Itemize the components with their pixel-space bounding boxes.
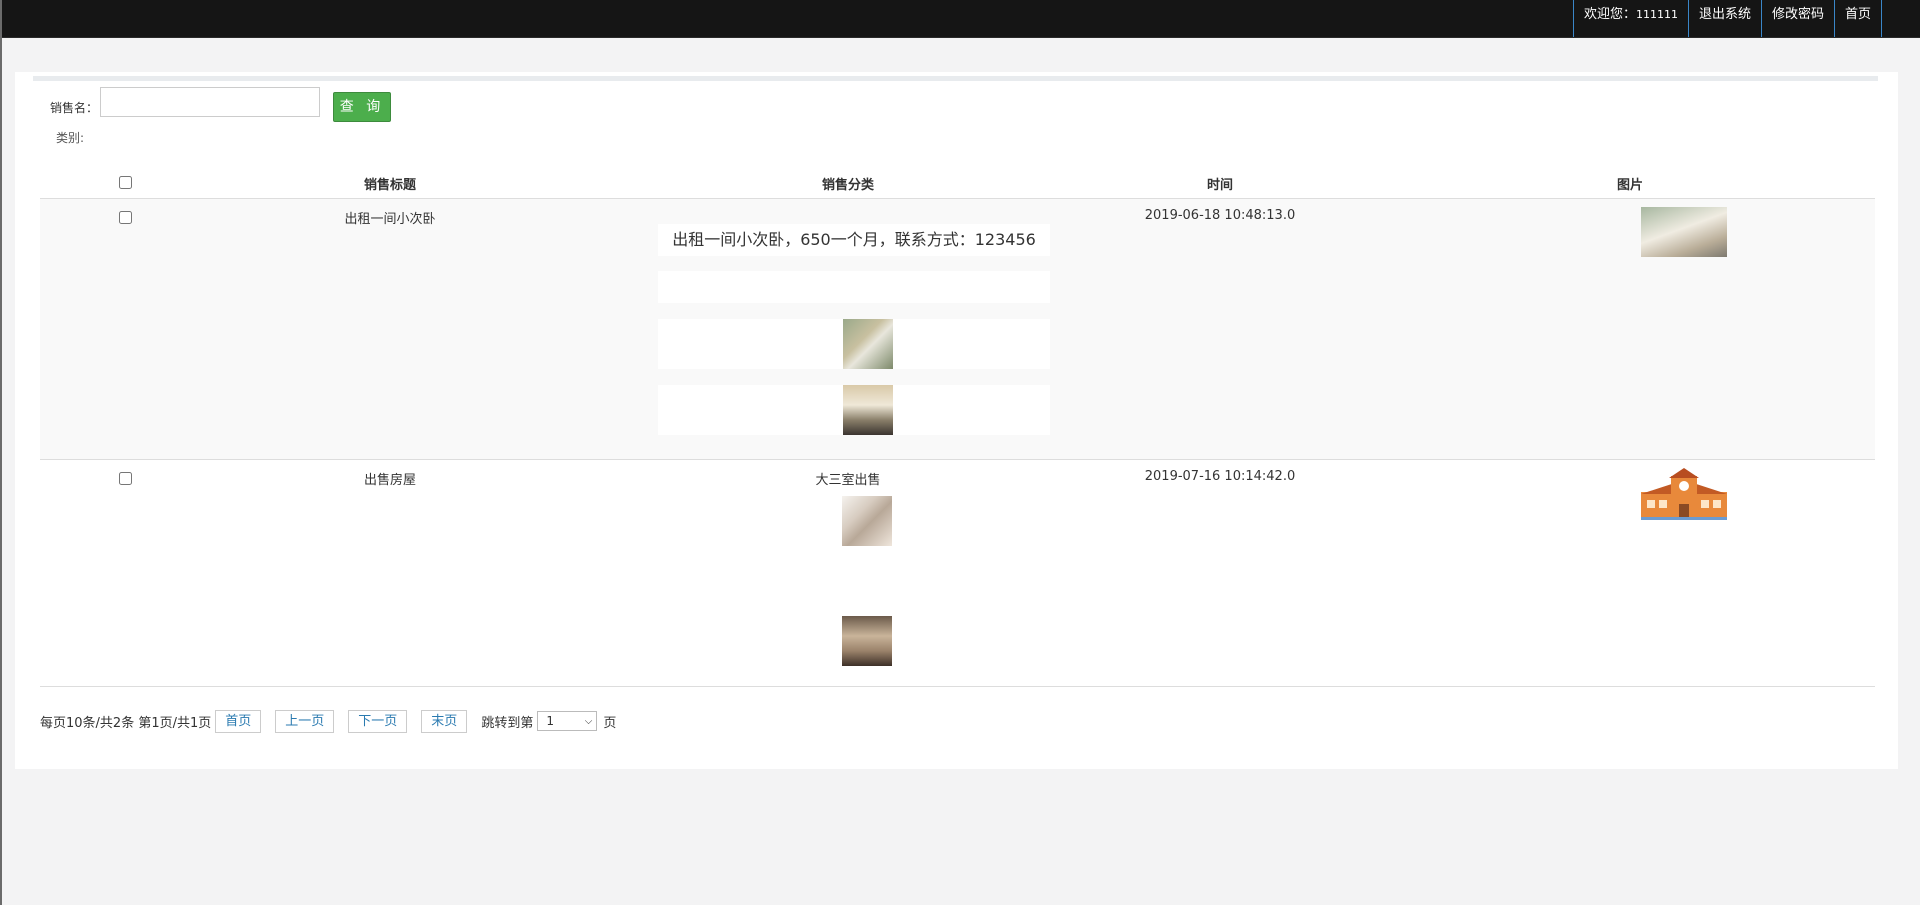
- room-photo-image: [843, 319, 893, 369]
- header-time: 时间: [1206, 178, 1233, 193]
- row-category-text-box: 出租一间小次卧，650一个月，联系方式：123456: [658, 224, 1050, 256]
- row-title: 出售房屋: [363, 473, 416, 488]
- row-time: 2019-07-16 10:14:42.0: [1144, 469, 1296, 484]
- row-time: 2019-06-18 10:48:13.0: [1144, 208, 1296, 223]
- header-title: 销售标题: [363, 178, 416, 193]
- row-category-image-block: [658, 385, 1050, 435]
- prev-page-button[interactable]: 上一页: [275, 709, 335, 733]
- row-category-text: 出租一间小次卧，650一个月，联系方式：123456: [672, 230, 1036, 249]
- table-row: 出售房屋 大三室出售 2019-07-16 10:14:42.0: [40, 460, 1875, 687]
- school-building-icon: [1641, 468, 1727, 520]
- next-page-button[interactable]: 下一页: [348, 709, 408, 733]
- jump-page-value: 1: [546, 714, 554, 728]
- last-page-button[interactable]: 末页: [421, 709, 468, 733]
- living-room-image: [842, 616, 892, 666]
- category-label: 类别:: [56, 131, 85, 145]
- select-all-cell: [110, 176, 140, 193]
- table-row: 出租一间小次卧 出租一间小次卧，650一个月，联系方式：123456 2019-…: [40, 199, 1875, 460]
- change-password-link[interactable]: 修改密码: [1760, 0, 1834, 37]
- jump-page-select[interactable]: 1 ⌵: [537, 711, 598, 731]
- content-panel: 销售名： 查 询 类别: 销售标题 销售分类 时间 图片 出租一间小次卧 出租一…: [15, 72, 1898, 769]
- chevron-down-icon: ⌵: [584, 715, 593, 727]
- panel-divider: [33, 76, 1878, 81]
- welcome-label: 欢迎您：: [1583, 7, 1636, 22]
- row-checkbox[interactable]: [118, 472, 132, 485]
- logout-link[interactable]: 退出系统: [1687, 0, 1761, 37]
- top-nav: 欢迎您：111111 退出系统 修改密码 首页: [1572, 0, 1882, 37]
- search-input[interactable]: [100, 87, 320, 117]
- jump-label: 跳转到第: [481, 715, 534, 731]
- top-bar: 欢迎您：111111 退出系统 修改密码 首页: [2, 0, 1920, 38]
- pagination: 每页10条/共2条 第1页/共1页 首页 上一页 下一页 末页 跳转到第 1 ⌵…: [40, 709, 616, 733]
- header-category: 销售分类: [821, 178, 874, 193]
- first-page-button[interactable]: 首页: [215, 709, 262, 733]
- pagination-info: 每页10条/共2条 第1页/共1页: [40, 715, 212, 731]
- search-button[interactable]: 查 询: [333, 92, 391, 122]
- user-name: 111111: [1635, 8, 1678, 21]
- select-all-checkbox[interactable]: [118, 176, 132, 189]
- floor-plan-image: [842, 496, 892, 546]
- table-header: 销售标题 销售分类 时间 图片: [40, 167, 1875, 199]
- jump-unit: 页: [603, 715, 617, 731]
- row-category-empty-block: [658, 271, 1050, 303]
- header-image: 图片: [1616, 178, 1643, 193]
- row-category-image-block: [658, 319, 1050, 369]
- home-link[interactable]: 首页: [1833, 0, 1882, 37]
- row-image: [1641, 207, 1727, 257]
- bedroom-photo-image: [843, 385, 893, 435]
- search-label: 销售名：: [50, 101, 99, 115]
- row-checkbox-cell: [110, 472, 140, 489]
- row-category-text: 大三室出售: [815, 473, 881, 488]
- row-title: 出租一间小次卧: [344, 212, 436, 227]
- row-checkbox[interactable]: [118, 211, 132, 224]
- row-checkbox-cell: [110, 211, 140, 228]
- welcome-user: 欢迎您：111111: [1572, 0, 1688, 37]
